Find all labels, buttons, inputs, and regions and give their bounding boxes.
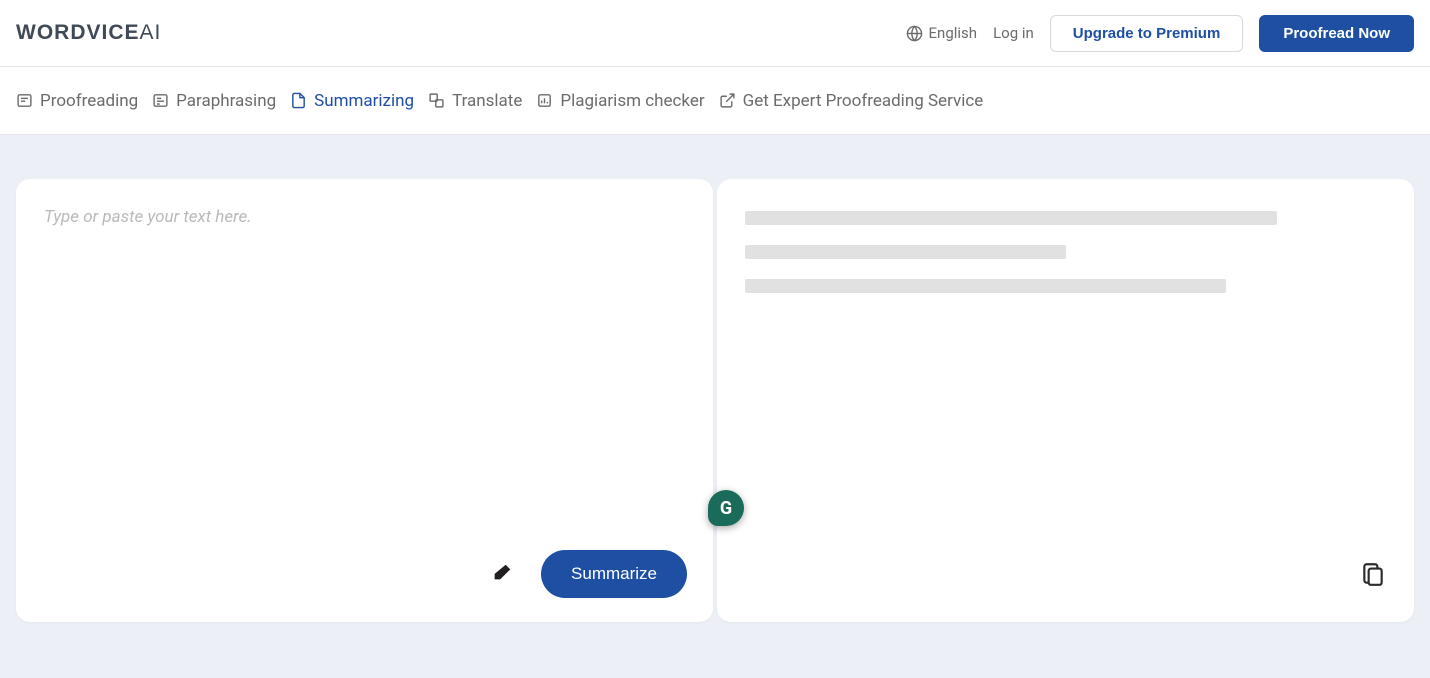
logo-suffix: AI	[140, 21, 162, 44]
paraphrase-icon	[152, 92, 169, 109]
skeleton-line	[745, 245, 1066, 259]
output-panel	[717, 179, 1414, 622]
tab-proofreading[interactable]: Proofreading	[16, 87, 138, 115]
proofread-now-button[interactable]: Proofread Now	[1259, 15, 1414, 52]
input-panel: Summarize	[16, 179, 713, 622]
tab-summarizing[interactable]: Summarizing	[290, 87, 414, 115]
workspace: Summarize	[0, 135, 1430, 678]
summarize-button[interactable]: Summarize	[541, 550, 687, 598]
upgrade-button[interactable]: Upgrade to Premium	[1050, 15, 1244, 52]
input-panel-actions: Summarize	[487, 550, 687, 598]
skeleton-line	[745, 279, 1226, 293]
clear-button[interactable]	[487, 558, 517, 591]
tab-label: Proofreading	[40, 91, 138, 111]
grammarly-widget[interactable]: G	[708, 490, 744, 526]
tab-label: Translate	[452, 91, 522, 111]
language-label: English	[929, 24, 978, 42]
logo-main: WORDVICE	[16, 21, 140, 44]
globe-icon	[906, 25, 923, 42]
logo[interactable]: WORDVICEAI	[16, 21, 161, 45]
eraser-icon	[491, 562, 513, 584]
header-right: English Log in Upgrade to Premium Proofr…	[906, 15, 1414, 52]
grammarly-icon: G	[720, 498, 732, 519]
output-placeholder	[745, 207, 1386, 293]
tab-label: Plagiarism checker	[560, 91, 704, 111]
tab-label: Paraphrasing	[176, 91, 276, 111]
language-selector[interactable]: English	[906, 24, 978, 42]
login-link[interactable]: Log in	[993, 24, 1034, 42]
tab-label: Summarizing	[314, 91, 414, 111]
copy-button[interactable]	[1360, 559, 1386, 592]
skeleton-line	[745, 211, 1277, 225]
translate-icon	[428, 92, 445, 109]
document-check-icon	[16, 92, 33, 109]
tool-tabs: Proofreading Paraphrasing Summarizing Tr…	[0, 67, 1430, 135]
tab-label: Get Expert Proofreading Service	[743, 91, 984, 111]
copy-icon	[1360, 559, 1386, 589]
tab-plagiarism[interactable]: Plagiarism checker	[536, 87, 704, 115]
tab-paraphrasing[interactable]: Paraphrasing	[152, 87, 276, 115]
tab-expert-service[interactable]: Get Expert Proofreading Service	[719, 87, 984, 115]
app-header: WORDVICEAI English Log in Upgrade to Pre…	[0, 0, 1430, 67]
plagiarism-icon	[536, 92, 553, 109]
summarize-icon	[290, 92, 307, 109]
external-link-icon	[719, 92, 736, 109]
text-input[interactable]	[44, 207, 685, 537]
tab-translate[interactable]: Translate	[428, 87, 522, 115]
